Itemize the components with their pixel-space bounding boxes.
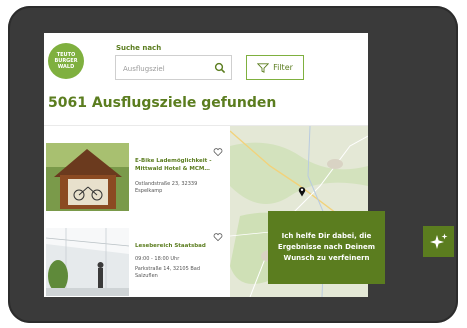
teutoburger-wald-logo[interactable]: TEUTO BURGER WALD [48,43,84,79]
logo-text: TEUTO BURGER WALD [54,52,78,70]
assistant-tooltip[interactable]: Ich helfe Dir dabei, die Ergebnisse nach… [268,211,385,284]
result-card[interactable]: Lesebereich Staatsbad 09:00 - 18:00 Uhr … [46,228,226,297]
search-input[interactable] [121,61,217,77]
funnel-icon [257,62,270,73]
results-count-title: 5061 Ausflugsziele gefunden [48,95,277,111]
map-pin-icon[interactable] [241,296,249,297]
assistant-tooltip-text: Ich helfe Dir dabei, die Ergebnisse nach… [277,232,376,262]
search-label: Suche nach [116,44,162,52]
favorite-heart-icon[interactable] [213,232,223,242]
card-address: Parkstraße 14, 32105 Bad Salzuflen [135,266,201,279]
map-pin-icon[interactable] [298,186,306,197]
card-image-reading-area[interactable] [46,228,129,296]
card-image-ebike-station[interactable] [46,143,129,211]
favorite-heart-icon[interactable] [213,147,223,157]
filter-button[interactable]: Filter [246,55,304,80]
search-icon[interactable] [214,62,226,74]
card-address: Ostlandstraße 23, 32339 Espelkamp [135,181,198,194]
card-title[interactable]: E-Bike Lademöglichkeit - Mittwald Hotel … [135,157,215,173]
search-box[interactable] [115,55,232,80]
ai-assistant-button[interactable] [423,226,454,257]
result-card[interactable]: E-Bike Lademöglichkeit - Mittwald Hotel … [46,143,226,213]
filter-label: Filter [273,63,293,72]
card-opening-hours: 09:00 - 18:00 Uhr [135,256,180,262]
sparkles-icon [429,233,447,249]
card-title[interactable]: Lesebereich Staatsbad [135,242,215,250]
